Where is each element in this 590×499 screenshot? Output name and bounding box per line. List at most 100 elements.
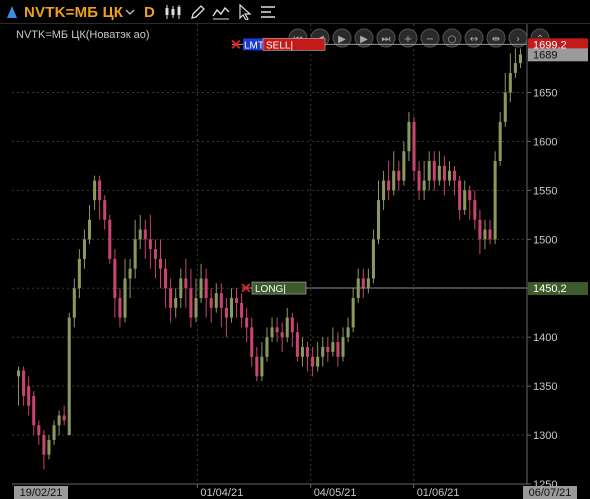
svg-text:○: ○ <box>448 34 457 45</box>
interval-label: D <box>144 3 155 21</box>
svg-text:⏭: ⏭ <box>382 34 391 45</box>
candle-body <box>437 165 441 181</box>
candle-body <box>402 151 406 181</box>
candle-body <box>219 293 223 308</box>
y-tick-label: 1350 <box>533 381 557 393</box>
candle-body <box>513 63 517 73</box>
candles <box>17 48 522 470</box>
candle-body <box>194 298 198 318</box>
candle-body <box>189 288 193 318</box>
pencil-icon[interactable] <box>190 0 206 24</box>
candle-body <box>498 121 502 162</box>
chart-title: NVTK=МБ ЦК(Новатэк ао) <box>16 29 149 41</box>
order-lines[interactable]: ✕ LMT SELL| 1699,2✕ LONG| 1450,21689 <box>230 36 588 296</box>
candle-body <box>407 121 411 152</box>
candle-body <box>326 346 330 352</box>
candle-body <box>17 370 21 377</box>
cursor-icon[interactable] <box>238 0 252 24</box>
candle-body <box>442 165 446 181</box>
y-tick-label: 1500 <box>533 234 557 246</box>
candle-body <box>478 219 482 240</box>
candle-body <box>57 415 61 426</box>
symbol-selector[interactable]: NVTK=МБ ЦК <box>24 0 123 24</box>
candle-body <box>336 342 340 357</box>
candle-body <box>473 200 477 220</box>
candle-body <box>453 170 457 181</box>
candle-body <box>72 288 76 318</box>
candle-body <box>169 288 173 308</box>
y-tick-label: 1650 <box>533 88 557 100</box>
cancel-order-icon[interactable]: ✕ <box>230 36 242 52</box>
candle-body <box>432 161 436 181</box>
last-price-label: 1689 <box>533 49 557 61</box>
candle-body <box>290 317 294 333</box>
candle-body <box>32 395 36 426</box>
candle-body <box>493 161 497 240</box>
triangle-up-icon[interactable] <box>6 0 18 24</box>
candle-body <box>27 386 31 406</box>
candle-body <box>52 425 56 440</box>
candle-body <box>229 298 233 318</box>
candle-body <box>387 180 391 191</box>
candle-body <box>503 92 507 122</box>
candle-body <box>508 72 512 93</box>
list-icon[interactable] <box>260 0 276 24</box>
chart[interactable]: NVTK=МБ ЦК(Новатэк ао) ⏮◀▶▶⏭+−○↔⇹›⌃ 1250… <box>0 24 590 499</box>
candle-body <box>153 249 157 259</box>
candle-body <box>245 317 249 328</box>
candle-body <box>255 356 259 377</box>
x-tick-label: 19/02/21 <box>20 487 63 499</box>
candle-body <box>518 54 522 64</box>
candle-body <box>346 327 350 338</box>
x-tick-label: 04/05/21 <box>314 487 357 499</box>
candle-body <box>184 278 188 289</box>
candle-body <box>376 200 381 240</box>
candle-body <box>382 180 386 201</box>
cancel-order-icon[interactable]: ✕ <box>240 280 252 296</box>
candlestick-icon[interactable] <box>164 0 182 24</box>
candle-body <box>62 415 66 421</box>
chevron-down-icon[interactable] <box>125 0 135 24</box>
candle-body <box>427 161 431 181</box>
candle-body <box>468 190 472 201</box>
candle-body <box>42 435 46 455</box>
interval-selector[interactable]: D <box>144 0 155 24</box>
candle-body <box>412 121 416 171</box>
candle-body <box>108 219 112 259</box>
candle-body <box>67 317 71 436</box>
candle-body <box>77 258 81 289</box>
candle-body <box>224 307 228 318</box>
candle-body <box>123 278 127 318</box>
candle-body <box>463 190 467 210</box>
candle-body <box>316 356 320 367</box>
candle-body <box>235 298 239 303</box>
candle-body <box>82 239 86 259</box>
candle-body <box>306 346 310 357</box>
svg-text:−: − <box>426 34 434 45</box>
candle-body <box>483 229 487 240</box>
candle-body <box>138 229 142 240</box>
svg-text:+: + <box>404 34 412 45</box>
candle-body <box>295 332 299 357</box>
y-tick-label: 1300 <box>533 430 557 442</box>
candle-body <box>311 356 315 367</box>
time-axis-labels: 19/02/21 01/04/21 04/05/21 01/06/21 06/07/21 <box>14 484 577 499</box>
candle-body <box>113 258 117 299</box>
candle-body <box>118 298 122 318</box>
candle-body <box>488 229 492 240</box>
svg-text:▶: ▶ <box>360 34 368 45</box>
candle-body <box>98 180 102 201</box>
order-side-label: SELL| <box>266 40 293 51</box>
chart-settings-icon[interactable] <box>212 0 230 24</box>
candle-body <box>174 298 178 308</box>
svg-text:↔: ↔ <box>470 34 478 45</box>
candle-body <box>250 327 254 357</box>
candle-body <box>133 239 137 269</box>
candle-body <box>148 239 152 250</box>
y-tick-label: 1550 <box>533 185 557 197</box>
candle-body <box>371 239 375 279</box>
candle-body <box>22 370 26 396</box>
candle-body <box>366 278 370 289</box>
order-side-label: LONG| <box>255 284 286 295</box>
candle-body <box>280 332 284 338</box>
